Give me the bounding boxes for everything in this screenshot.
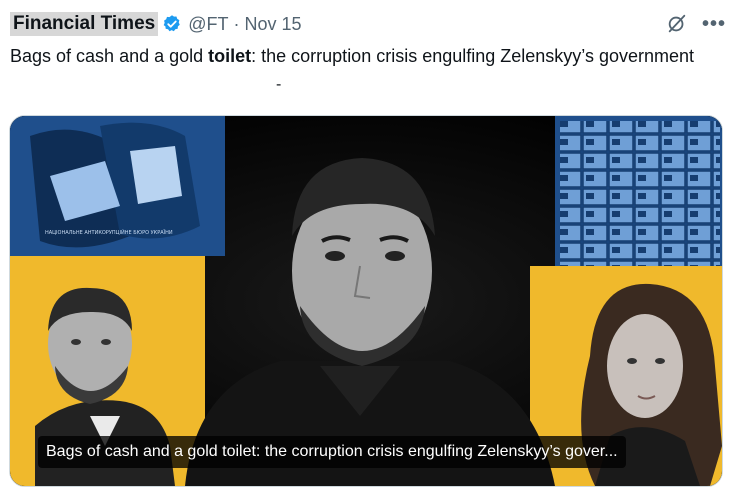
more-icon[interactable]: ••• [702, 13, 726, 36]
nabu-panel-text: НАЦІОНАЛЬНЕ АНТИКОРУПЦІЙНЕ БЮРО УКРАЇНИ [45, 229, 173, 236]
verified-badge-icon [163, 15, 180, 32]
card-image: НАЦІОНАЛЬНЕ АНТИКОРУПЦІЙНЕ БЮРО УКРАЇНИ [10, 116, 722, 486]
cash-bags-panel: НАЦІОНАЛЬНЕ АНТИКОРУПЦІЙНЕ БЮРО УКРАЇНИ [10, 116, 225, 256]
tweet-text: Bags of cash and a gold toilet: the corr… [10, 44, 710, 69]
tweet-header: Financial Times @FT · Nov 15 ••• [10, 10, 726, 38]
card-caption: Bags of cash and a gold toilet: the corr… [38, 436, 626, 468]
author-name[interactable]: Financial Times [10, 12, 159, 36]
tweet-date[interactable]: Nov 15 [244, 14, 301, 35]
link-preview-card[interactable]: НАЦІОНАЛЬНЕ АНТИКОРУПЦІЙНЕ БЮРО УКРАЇНИ [9, 115, 723, 487]
tweet-text-start: Bags of cash and a gold [10, 46, 209, 66]
cash-stacks-panel [555, 116, 722, 276]
author-handle[interactable]: @FT [188, 14, 228, 35]
tweet-actions: ••• [666, 13, 726, 36]
tweet-text-bold: toilet [208, 46, 252, 66]
tweet-text-end: : the corruption crisis engulfing Zelens… [251, 46, 695, 66]
stray-mark: - [276, 76, 282, 93]
meta-separator: · [233, 13, 240, 34]
grok-icon[interactable] [666, 13, 688, 35]
